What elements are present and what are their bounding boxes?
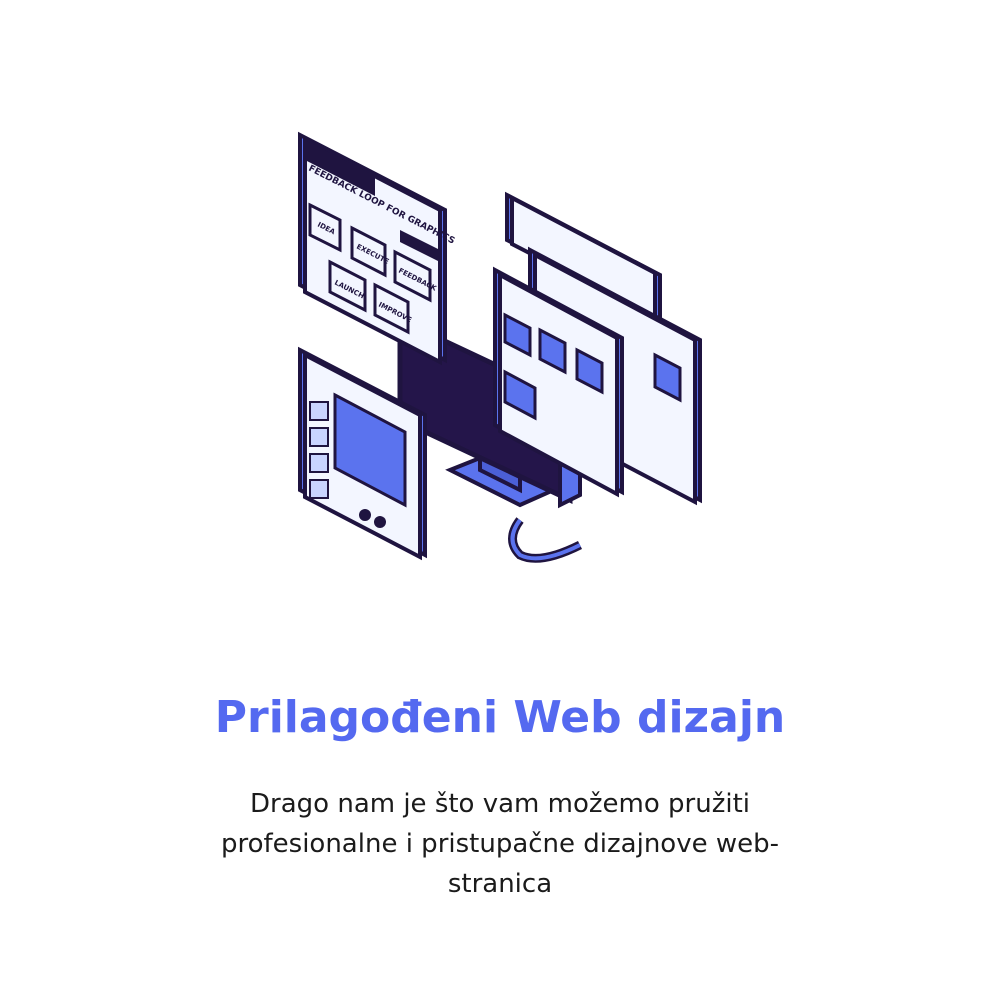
flow-window: FEEDBACK LOOP FOR GRAPHICS IDEA EXECUTE … bbox=[298, 131, 456, 366]
web-design-illustration: FEEDBACK LOOP FOR GRAPHICS IDEA EXECUTE … bbox=[298, 131, 702, 563]
feature-description: Drago nam je što vam možemo pružiti prof… bbox=[220, 789, 780, 899]
feature-title: Prilagođeni Web dizajn bbox=[214, 692, 786, 743]
